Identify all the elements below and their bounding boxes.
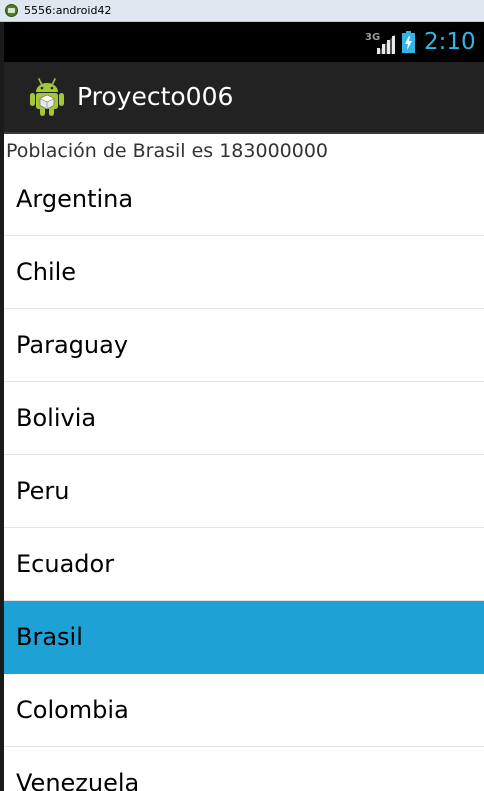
country-name-label: Bolivia xyxy=(16,404,97,432)
country-list-item[interactable]: Chile xyxy=(4,236,484,309)
signal-3g-icon: 3G xyxy=(365,32,395,54)
country-list-item[interactable]: Paraguay xyxy=(4,309,484,382)
country-name-label: Argentina xyxy=(16,185,134,213)
country-name-label: Brasil xyxy=(16,623,83,651)
country-list-item[interactable]: Venezuela xyxy=(4,747,484,791)
network-type-label: 3G xyxy=(365,32,380,43)
emulator-icon xyxy=(5,4,18,17)
window-title-bar: 5556:android42 xyxy=(0,0,484,22)
app-title: Proyecto006 xyxy=(77,82,234,111)
country-name-label: Paraguay xyxy=(16,331,129,359)
status-clock: 2:10 xyxy=(424,29,476,55)
country-list-item[interactable]: Brasil xyxy=(4,601,484,674)
status-bar: 3G 2:10 xyxy=(4,22,484,62)
country-list-item[interactable]: Argentina xyxy=(4,163,484,236)
android-robot-icon[interactable] xyxy=(26,76,68,118)
window-title: 5556:android42 xyxy=(24,4,112,17)
action-bar: Proyecto006 xyxy=(4,62,484,134)
country-list-item[interactable]: Ecuador xyxy=(4,528,484,601)
population-text: Población de Brasil es 183000000 xyxy=(6,140,329,162)
country-name-label: Colombia xyxy=(16,696,129,724)
country-name-label: Chile xyxy=(16,258,77,286)
country-list: Argentina Chile Paraguay Bolivia Peru Ecuador… xyxy=(4,163,484,791)
country-name-label: Ecuador xyxy=(16,550,115,578)
country-list-item[interactable]: Colombia xyxy=(4,674,484,747)
country-list-item[interactable]: Bolivia xyxy=(4,382,484,455)
country-list-item[interactable]: Peru xyxy=(4,455,484,528)
emulator-window: 5556:android42 3G 2:10 Proyecto006 Pobla… xyxy=(0,0,484,791)
country-name-label: Venezuela xyxy=(16,769,140,791)
battery-charging-icon xyxy=(402,31,415,53)
country-name-label: Peru xyxy=(16,477,70,505)
